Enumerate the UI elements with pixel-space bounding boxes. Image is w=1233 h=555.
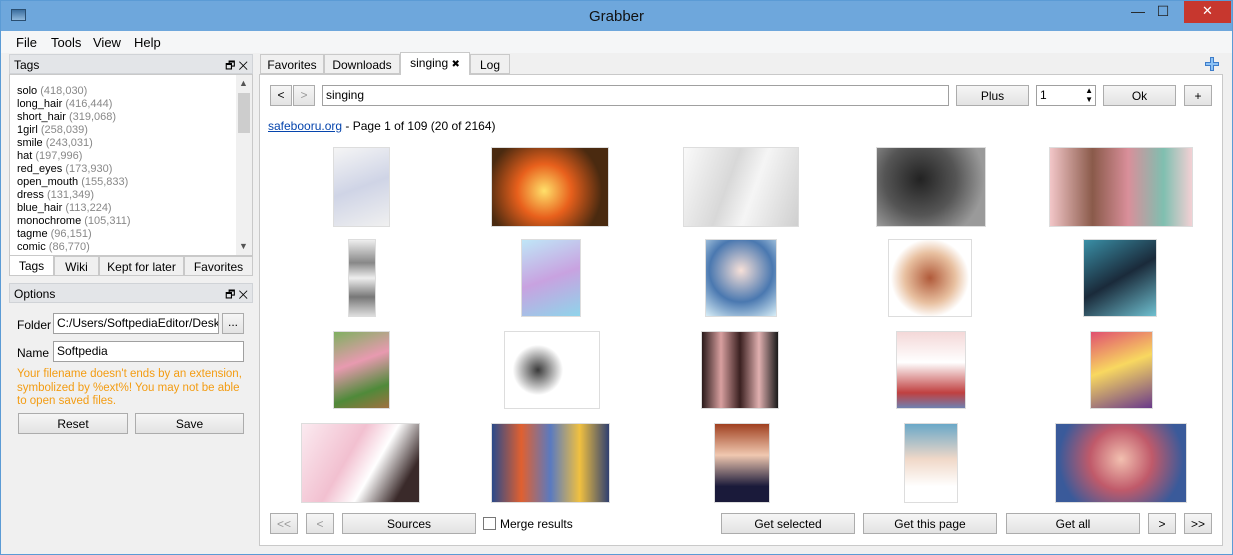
get-selected-button[interactable]: Get selected (721, 513, 855, 534)
tag-item[interactable]: blue_hair (113,224) (17, 202, 112, 214)
merge-results-checkbox[interactable] (483, 517, 496, 530)
menu-file[interactable]: File (16, 35, 37, 50)
window-title: Grabber (588, 8, 645, 25)
maximize-button[interactable]: ☐ (1156, 1, 1170, 23)
tab-singing[interactable]: singing ✖ (400, 52, 470, 75)
get-all-button[interactable]: Get all (1006, 513, 1140, 534)
merge-results-label: Merge results (500, 517, 573, 531)
tab-downloads[interactable]: Downloads (324, 54, 400, 74)
folder-input[interactable]: C:/Users/SoftpediaEditor/Desktop (53, 313, 219, 334)
menu-tools[interactable]: Tools (51, 35, 81, 50)
tab-singing-label: singing (410, 56, 449, 70)
scroll-thumb[interactable] (238, 93, 250, 133)
minimize-button[interactable]: — (1131, 1, 1145, 23)
tag-item[interactable]: short_hair (319,068) (17, 111, 116, 123)
thumbnail-image[interactable] (491, 147, 609, 227)
save-button[interactable]: Save (135, 413, 244, 434)
tag-scrollbar[interactable]: ▲ ▼ (236, 75, 252, 255)
thumbnail-image[interactable] (701, 331, 779, 409)
tag-item[interactable]: tagme (96,151) (17, 228, 92, 240)
thumbnail-image[interactable] (301, 423, 420, 503)
page-spinbox[interactable]: 1 ▲ ▼ (1036, 85, 1096, 106)
tag-item[interactable]: smile (243,031) (17, 137, 93, 149)
dock-close-icon[interactable]: ✕ (238, 60, 248, 72)
add-search-button[interactable]: + (1184, 85, 1212, 106)
thumbnail-image[interactable] (491, 423, 610, 503)
float-icon[interactable]: 🗗 (225, 60, 235, 72)
thumbnail-image[interactable] (714, 423, 770, 503)
reset-button[interactable]: Reset (18, 413, 128, 434)
thumbnail-image[interactable] (504, 331, 600, 409)
title-bar[interactable]: Grabber — ☐ ✕ (1, 1, 1232, 31)
scroll-down-icon[interactable]: ▼ (239, 241, 248, 251)
options-dock-title: Options (14, 287, 56, 301)
thumbnail-image[interactable] (333, 331, 390, 409)
ok-button[interactable]: Ok (1103, 85, 1176, 106)
thumbnail-image[interactable] (705, 239, 777, 317)
add-tab-icon[interactable] (1205, 57, 1219, 71)
thumbnail-image[interactable] (1055, 423, 1187, 503)
first-page-button[interactable]: << (270, 513, 298, 534)
menu-view[interactable]: View (93, 35, 121, 50)
thumbnail-image[interactable] (521, 239, 581, 317)
source-link[interactable]: safebooru.org (268, 119, 342, 133)
tag-item[interactable]: solo (418,030) (17, 85, 87, 97)
name-label: Name (17, 346, 50, 360)
get-this-page-button[interactable]: Get this page (863, 513, 997, 534)
menu-bar: File Tools View Help (1, 31, 1232, 53)
tab-favorites[interactable]: Favorites (260, 54, 324, 74)
filename-warning: Your filename doesn't ends by an extensi… (17, 368, 242, 407)
search-input[interactable]: singing (322, 85, 949, 106)
plus-button[interactable]: Plus (956, 85, 1029, 106)
thumbnail-image[interactable] (333, 147, 390, 227)
thumbnail-image[interactable] (1049, 147, 1193, 227)
folder-label: Folder (17, 318, 52, 332)
sources-button[interactable]: Sources (342, 513, 476, 534)
subtab-kept-for-later[interactable]: Kept for later (99, 256, 184, 276)
name-input[interactable]: Softpedia (53, 341, 244, 362)
browse-button[interactable]: ... (222, 313, 244, 334)
tags-subtabs: Tags Wiki Kept for later Favorites (9, 256, 253, 276)
subtab-favorites[interactable]: Favorites (184, 256, 253, 276)
history-back-button[interactable]: < (270, 85, 292, 106)
thumbnail-image[interactable] (1083, 239, 1157, 317)
tag-item[interactable]: long_hair (416,444) (17, 98, 112, 110)
tags-dock-header: Tags 🗗 ✕ (9, 54, 253, 74)
tag-item[interactable]: hat (197,996) (17, 150, 82, 162)
results-info: safebooru.org - Page 1 of 109 (20 of 216… (268, 119, 496, 133)
thumbnail-image[interactable] (876, 147, 986, 227)
previous-page-button[interactable]: < (306, 513, 334, 534)
thumbnail-image[interactable] (896, 331, 966, 409)
tag-item[interactable]: open_mouth (155,833) (17, 176, 128, 188)
app-window: Grabber — ☐ ✕ File Tools View Help Tags … (0, 0, 1233, 555)
last-page-button[interactable]: >> (1184, 513, 1212, 534)
thumbnail-image[interactable] (1090, 331, 1153, 409)
dock-close-icon[interactable]: ✕ (238, 289, 248, 301)
close-button[interactable]: ✕ (1184, 1, 1231, 23)
spin-arrows-icon[interactable]: ▲ ▼ (1085, 86, 1093, 104)
tab-log[interactable]: Log (470, 54, 510, 74)
page-value: 1 (1040, 88, 1047, 102)
options-dock-header: Options 🗗 ✕ (9, 283, 253, 303)
scroll-up-icon[interactable]: ▲ (239, 78, 248, 88)
thumbnail-image[interactable] (348, 239, 376, 317)
tab-close-icon[interactable]: ✖ (451, 59, 459, 70)
subtab-tags[interactable]: Tags (9, 256, 54, 276)
float-icon[interactable]: 🗗 (225, 289, 235, 301)
tag-list[interactable]: solo (418,030) long_hair (416,444) short… (9, 74, 253, 256)
page-info: - Page 1 of 109 (20 of 2164) (342, 119, 496, 133)
history-forward-button[interactable]: > (293, 85, 315, 106)
thumbnail-image[interactable] (904, 423, 958, 503)
tags-dock-title: Tags (14, 58, 40, 72)
thumbnail-image[interactable] (683, 147, 799, 227)
tag-item[interactable]: comic (86,770) (17, 241, 90, 253)
tag-item[interactable]: dress (131,349) (17, 189, 94, 201)
thumbnail-image[interactable] (888, 239, 972, 317)
subtab-wiki[interactable]: Wiki (54, 256, 99, 276)
tag-item[interactable]: monochrome (105,311) (17, 215, 131, 227)
tag-item[interactable]: 1girl (258,039) (17, 124, 88, 136)
tag-item[interactable]: red_eyes (173,930) (17, 163, 112, 175)
menu-help[interactable]: Help (134, 35, 161, 50)
next-page-button[interactable]: > (1148, 513, 1176, 534)
